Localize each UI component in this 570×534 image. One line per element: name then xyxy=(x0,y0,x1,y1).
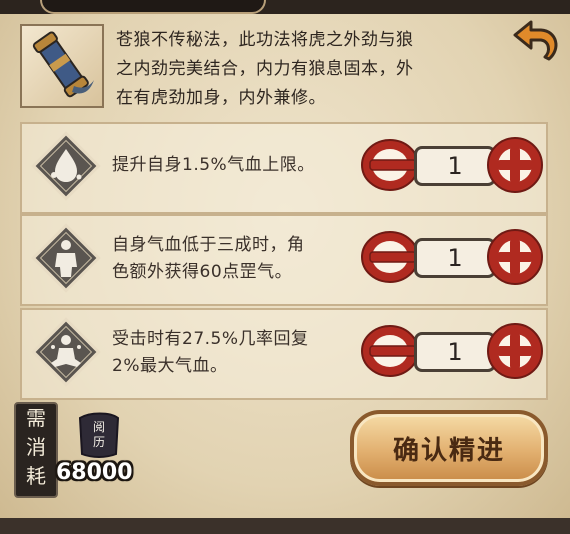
quantity-field[interactable]: 1 xyxy=(414,332,496,372)
description-text: 苍狼不传秘法，此功法将虎之外劲与狼 之内劲完美结合，内力有狼息固本，外 在有虎劲… xyxy=(116,26,498,113)
cost-label-char: 耗 xyxy=(26,464,46,488)
decrease-button[interactable] xyxy=(360,138,422,192)
option-row: 自身气血低于三成时，角 色额外获得60点罡气。 1 xyxy=(20,214,548,306)
meditation-figure-icon xyxy=(30,316,102,388)
cost-label: 需 消 耗 xyxy=(14,402,58,498)
currency-name-overlay: 历 xyxy=(93,435,105,449)
option-row: 受击时有27.5%几率回复 2%最大气血。 1 xyxy=(20,308,548,400)
option-line: 提升自身1.5%气血上限。 xyxy=(112,155,315,175)
increase-button[interactable] xyxy=(486,322,544,380)
top-tab xyxy=(40,0,266,14)
cost-label-char: 需 xyxy=(26,406,46,430)
option-row: 提升自身1.5%气血上限。 1 xyxy=(20,122,548,214)
option-line: 2%最大气血。 xyxy=(112,356,228,376)
option-line: 自身气血低于三成时，角 xyxy=(112,235,305,255)
option-description: 自身气血低于三成时，角 色额外获得60点罡气。 xyxy=(112,232,372,286)
increase-button[interactable] xyxy=(486,136,544,194)
option-description: 提升自身1.5%气血上限。 xyxy=(112,152,372,179)
description-line: 之内劲完美结合，内力有狼息固本，外 xyxy=(116,59,414,79)
bottom-frame xyxy=(0,518,570,534)
confirm-refine-button[interactable]: 确认精进 xyxy=(350,410,548,486)
option-line: 受击时有27.5%几率回复 xyxy=(112,329,309,349)
back-button[interactable] xyxy=(508,14,566,72)
body-figure-icon xyxy=(30,222,102,294)
description-line: 苍狼不传秘法，此功法将虎之外劲与狼 xyxy=(116,30,414,50)
scroll-item-icon xyxy=(20,24,104,108)
upgrade-panel: 苍狼不传秘法，此功法将虎之外劲与狼 之内劲完美结合，内力有狼息固本，外 在有虎劲… xyxy=(0,0,570,534)
svg-text:历: 历 xyxy=(93,435,105,449)
option-description: 受击时有27.5%几率回复 2%最大气血。 xyxy=(112,326,372,380)
increase-button[interactable] xyxy=(486,228,544,286)
water-drop-icon xyxy=(30,130,102,202)
back-arrow-icon xyxy=(513,20,558,61)
decrease-button[interactable] xyxy=(360,324,422,378)
cost-label-char: 消 xyxy=(26,435,46,459)
quantity-field[interactable]: 1 xyxy=(414,146,496,186)
option-line: 色额外获得60点罡气。 xyxy=(112,262,293,282)
quantity-field[interactable]: 1 xyxy=(414,238,496,278)
skill-description: 苍狼不传秘法，此功法将虎之外劲与狼 之内劲完美结合，内力有狼息固本，外 在有虎劲… xyxy=(20,20,498,114)
cost-amount: 68000 xyxy=(56,460,133,485)
description-line: 在有虎劲加身，内外兼修。 xyxy=(116,88,326,108)
decrease-button[interactable] xyxy=(360,230,422,284)
confirm-label: 确认精进 xyxy=(392,435,505,466)
